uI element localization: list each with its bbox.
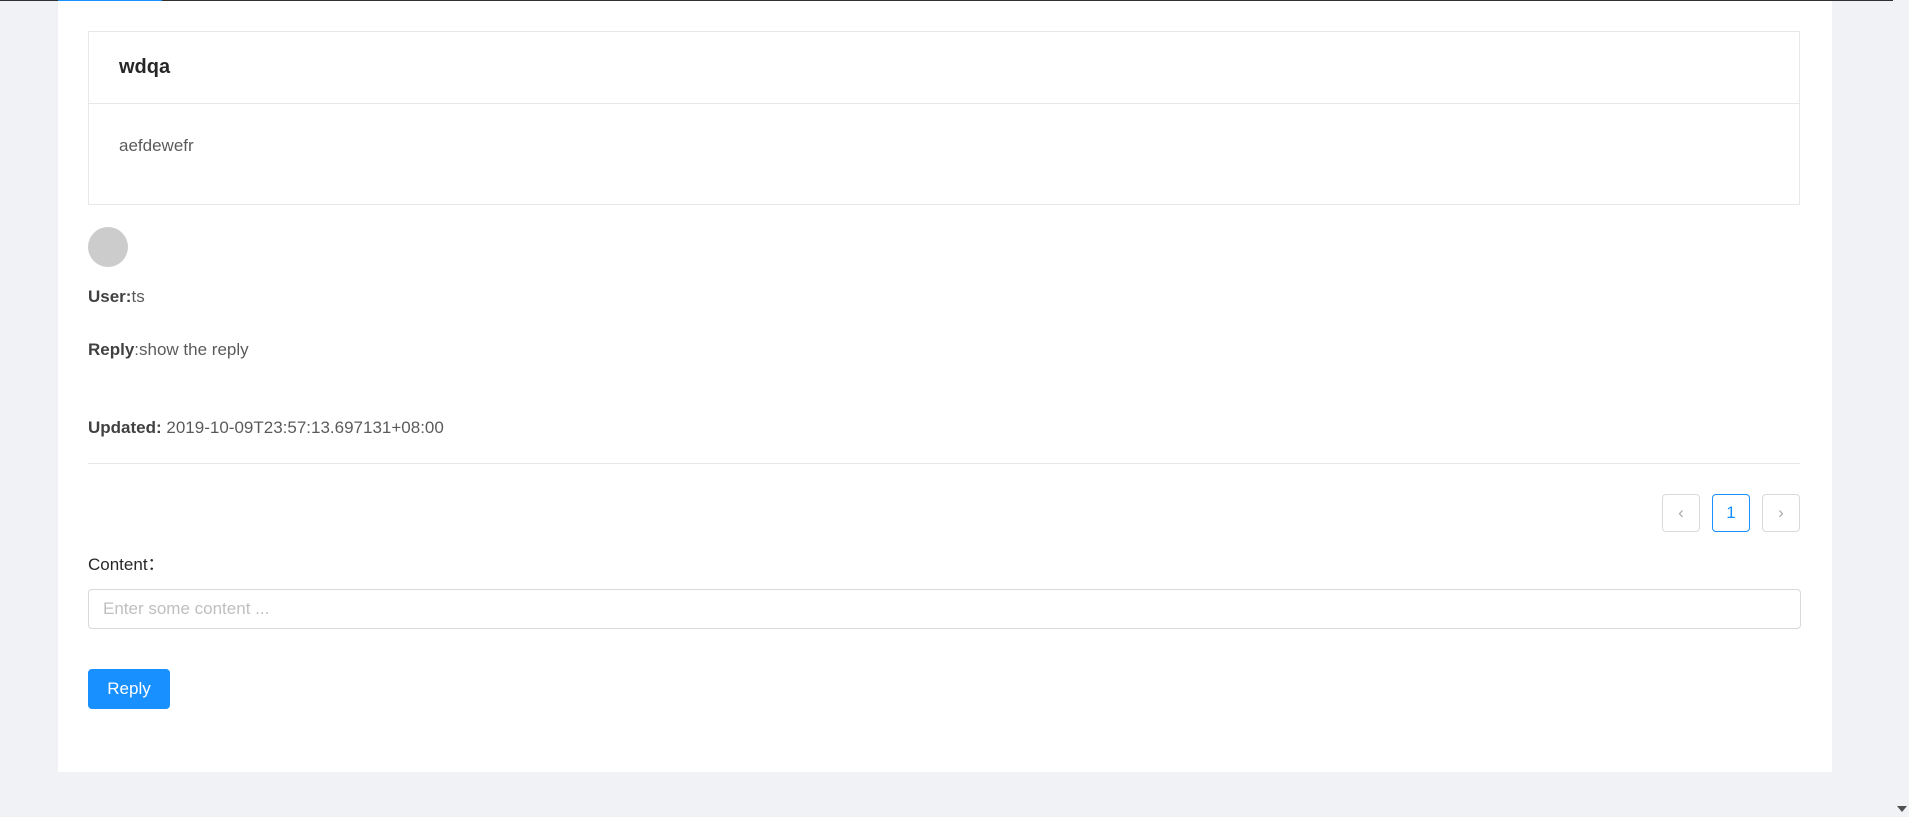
reply-text-value: :show the reply xyxy=(134,340,249,359)
reply-user-value: ts xyxy=(131,287,145,306)
post-card: wdqa aefdewefr xyxy=(88,31,1800,205)
post-card-header: wdqa xyxy=(89,32,1799,104)
reply-user-label: User: xyxy=(88,287,132,306)
pagination-next-button[interactable]: › xyxy=(1762,494,1800,532)
avatar xyxy=(88,227,128,267)
reply-button[interactable]: Reply xyxy=(88,669,170,709)
reply-updated-label: Updated: xyxy=(88,418,162,437)
post-body: aefdewefr xyxy=(119,136,194,155)
reply-updated-value: 2019-10-09T23:57:13.697131+08:00 xyxy=(161,418,444,437)
content-label: Content： xyxy=(88,555,165,574)
chevron-right-icon: › xyxy=(1778,503,1784,522)
reply-text-label: Reply xyxy=(88,340,135,359)
scroll-down-arrow-icon[interactable] xyxy=(1897,806,1907,812)
post-title: wdqa xyxy=(119,56,171,78)
pagination-page-1[interactable]: 1 xyxy=(1712,494,1750,532)
pagination-prev-button[interactable]: ‹ xyxy=(1662,494,1700,532)
chevron-left-icon: ‹ xyxy=(1678,503,1684,522)
content-input[interactable] xyxy=(88,589,1801,629)
reply-text: Reply:show the reply xyxy=(88,340,249,360)
reply-updated: Updated: 2019-10-09T23:57:13.697131+08:0… xyxy=(88,418,444,438)
main-content-card: wdqa aefdewefr User:ts Reply:show the re… xyxy=(58,1,1832,772)
reply-user: User:ts xyxy=(88,287,145,307)
divider xyxy=(88,463,1800,464)
